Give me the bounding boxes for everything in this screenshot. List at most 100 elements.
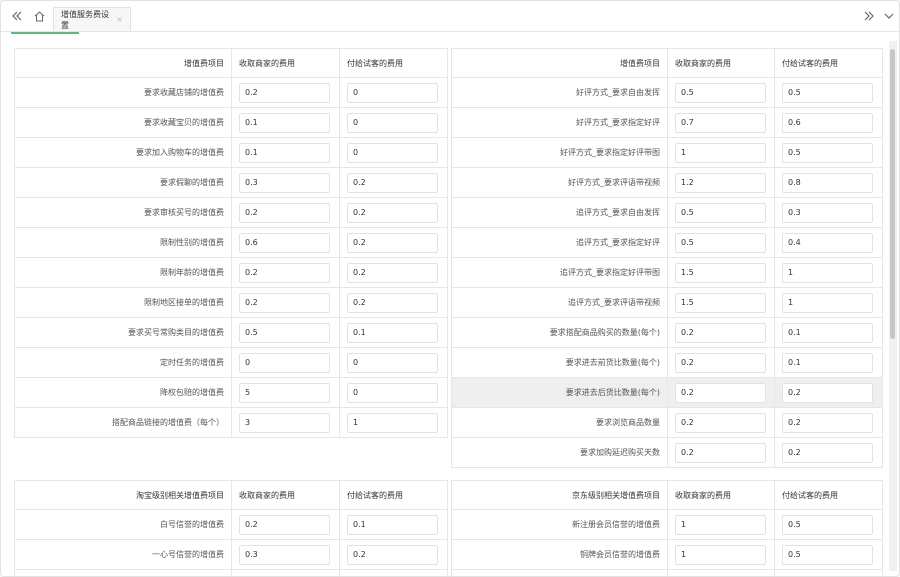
tester-fee-input[interactable] <box>347 292 438 313</box>
merchant-fee-input[interactable] <box>675 142 766 163</box>
tester-fee-cell <box>339 509 448 540</box>
col-header-merchant: 收取商家的费用 <box>231 480 340 510</box>
merchant-fee-input[interactable] <box>675 412 766 433</box>
fee-item-label: 要求审核买号的增值费 <box>14 197 232 228</box>
merchant-fee-cell <box>231 347 340 378</box>
empty-cell <box>14 569 232 576</box>
tester-fee-input[interactable] <box>347 202 438 223</box>
col-header-item: 淘宝级别相关增值费项目 <box>14 480 232 510</box>
merchant-fee-cell <box>667 347 775 378</box>
col-header-tester: 付给试客的费用 <box>339 48 448 78</box>
tester-fee-input[interactable] <box>782 442 873 463</box>
tester-fee-input[interactable] <box>782 172 873 193</box>
tester-fee-input[interactable] <box>347 322 438 343</box>
merchant-fee-input[interactable] <box>239 232 330 253</box>
tab-title: 增值服务费设置 <box>61 9 109 30</box>
merchant-fee-input[interactable] <box>239 202 330 223</box>
table-row: 追评方式_要求指定好评带图 <box>451 257 883 288</box>
fee-item-label: 定时任务的增值费 <box>14 347 232 378</box>
merchant-fee-input[interactable] <box>239 352 330 373</box>
vertical-scrollbar[interactable] <box>889 41 897 571</box>
table-row: 搭配商品链接的增值费（每个） <box>14 407 448 438</box>
merchant-fee-input[interactable] <box>239 142 330 163</box>
table-row: 要求审核买号的增值费 <box>14 197 448 228</box>
empty-cell <box>667 569 775 576</box>
tester-fee-cell <box>339 377 448 408</box>
empty-cell <box>339 569 448 576</box>
merchant-fee-input[interactable] <box>675 352 766 373</box>
tester-fee-input[interactable] <box>347 352 438 373</box>
merchant-fee-input[interactable] <box>239 544 330 565</box>
tester-fee-input[interactable] <box>782 382 873 403</box>
tab-menu-button[interactable] <box>877 1 899 31</box>
fee-item-label: 追评方式_要求指定好评 <box>451 227 668 258</box>
tester-fee-input[interactable] <box>347 172 438 193</box>
merchant-fee-input[interactable] <box>675 172 766 193</box>
merchant-fee-input[interactable] <box>239 514 330 535</box>
merchant-fee-input[interactable] <box>239 412 330 433</box>
tester-fee-input[interactable] <box>782 292 873 313</box>
merchant-fee-input[interactable] <box>675 322 766 343</box>
tester-fee-input[interactable] <box>347 382 438 403</box>
merchant-fee-input[interactable] <box>239 82 330 103</box>
merchant-fee-input[interactable] <box>675 442 766 463</box>
tester-fee-input[interactable] <box>782 202 873 223</box>
tester-fee-input[interactable] <box>347 82 438 103</box>
merchant-fee-input[interactable] <box>239 322 330 343</box>
tester-fee-input[interactable] <box>782 232 873 253</box>
tester-fee-input[interactable] <box>347 262 438 283</box>
tester-fee-input[interactable] <box>347 412 438 433</box>
merchant-fee-input[interactable] <box>675 82 766 103</box>
merchant-fee-input[interactable] <box>675 232 766 253</box>
fee-item-label: 要求假聊的增值费 <box>14 167 232 198</box>
merchant-fee-cell <box>667 377 775 408</box>
merchant-fee-input[interactable] <box>239 112 330 133</box>
merchant-fee-input[interactable] <box>675 112 766 133</box>
tester-fee-input[interactable] <box>782 322 873 343</box>
scroll-tabs-left-button[interactable] <box>5 1 29 31</box>
tester-fee-input[interactable] <box>782 514 873 535</box>
table-row: 要求加入购物车的增值费 <box>14 137 448 168</box>
tester-fee-input[interactable] <box>782 544 873 565</box>
merchant-fee-input[interactable] <box>675 262 766 283</box>
merchant-fee-input[interactable] <box>675 382 766 403</box>
scrollbar-thumb[interactable] <box>890 49 895 339</box>
tester-fee-cell <box>774 287 883 318</box>
tab-value-added-fee-settings[interactable]: 增值服务费设置 × <box>53 7 131 31</box>
tab-close-icon[interactable]: × <box>116 15 123 24</box>
col-header-tester: 付给试客的费用 <box>774 480 883 510</box>
tester-fee-input[interactable] <box>782 82 873 103</box>
tester-fee-input[interactable] <box>782 352 873 373</box>
tester-fee-cell <box>774 347 883 378</box>
tester-fee-input[interactable] <box>782 142 873 163</box>
merchant-fee-input[interactable] <box>675 202 766 223</box>
active-tab-indicator <box>11 32 79 34</box>
merchant-fee-input[interactable] <box>239 292 330 313</box>
tester-fee-input[interactable] <box>782 112 873 133</box>
merchant-fee-input[interactable] <box>675 292 766 313</box>
home-button[interactable] <box>27 1 51 31</box>
tester-fee-input[interactable] <box>347 232 438 253</box>
merchant-fee-input[interactable] <box>675 514 766 535</box>
tester-fee-input[interactable] <box>347 514 438 535</box>
fee-table-taobao-level: 淘宝级别相关增值费项目 收取商家的费用 付给试客的费用 白号信誉的增值费一心号信… <box>14 480 448 576</box>
merchant-fee-input[interactable] <box>239 382 330 403</box>
merchant-fee-input[interactable] <box>239 262 330 283</box>
table-row: 好评方式_要求指定好评带图 <box>451 137 883 168</box>
fee-item-label: 好评方式_要求评语带视频 <box>451 167 668 198</box>
fee-item-label: 追评方式_要求评语带视频 <box>451 287 668 318</box>
tester-fee-cell <box>339 539 448 570</box>
fee-item-label: 要求进去前货比数量(每个) <box>451 347 668 378</box>
merchant-fee-input[interactable] <box>239 172 330 193</box>
merchant-fee-cell <box>667 437 775 468</box>
tester-fee-cell <box>339 77 448 108</box>
merchant-fee-cell <box>231 287 340 318</box>
merchant-fee-input[interactable] <box>675 544 766 565</box>
tester-fee-input[interactable] <box>782 412 873 433</box>
tester-fee-input[interactable] <box>347 142 438 163</box>
tester-fee-input[interactable] <box>347 112 438 133</box>
tester-fee-cell <box>774 197 883 228</box>
tester-fee-cell <box>339 287 448 318</box>
tester-fee-input[interactable] <box>782 262 873 283</box>
tester-fee-input[interactable] <box>347 544 438 565</box>
